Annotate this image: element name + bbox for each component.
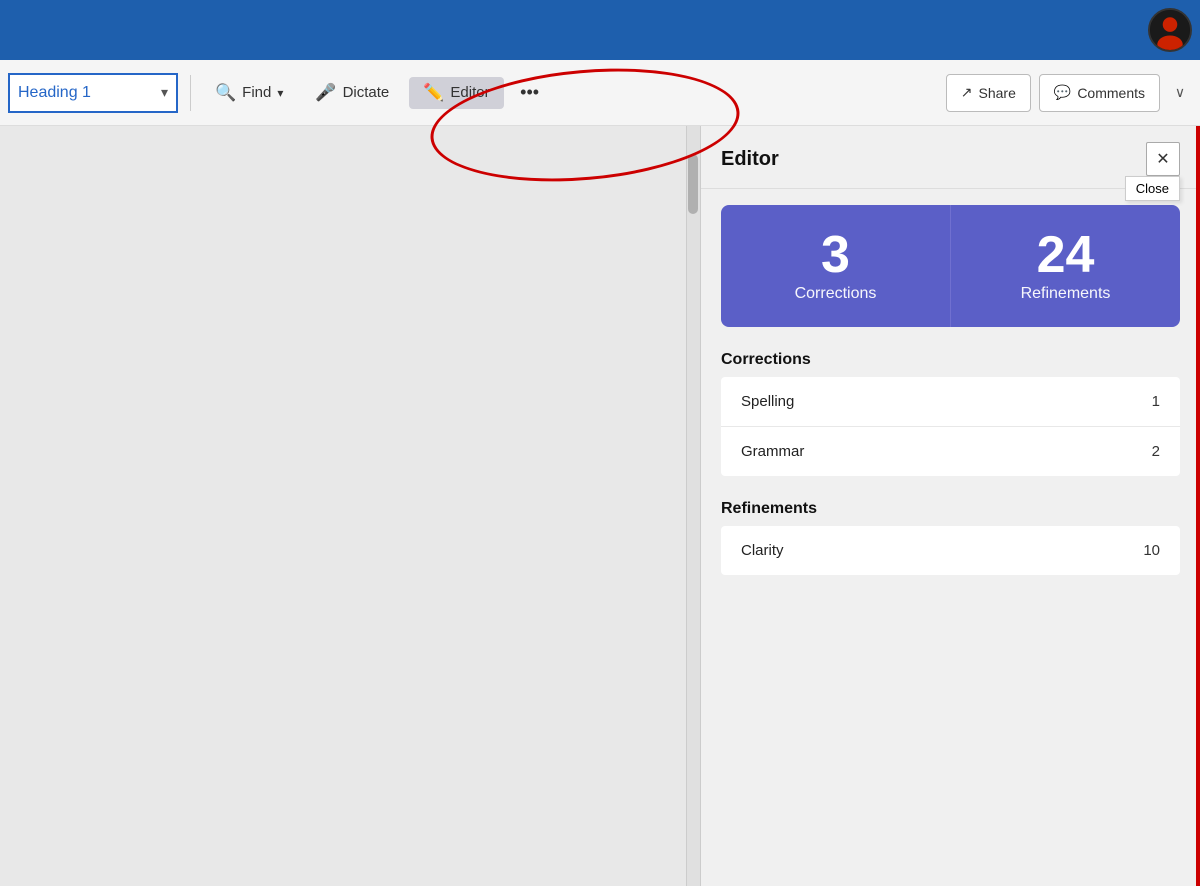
editor-sidebar: Editor ✕ Close 3 Corrections 24 Refineme… (700, 126, 1200, 886)
close-tooltip: Close (1125, 176, 1180, 201)
stats-row: 3 Corrections 24 Refinements (721, 205, 1180, 327)
ribbon-collapse-button[interactable]: ∨ (1168, 81, 1192, 105)
dictate-label: Dictate (343, 84, 390, 101)
editor-sidebar-title: Editor (721, 148, 779, 171)
chevron-down-icon: ▾ (161, 84, 168, 101)
more-icon: ••• (520, 82, 539, 103)
corrections-card[interactable]: 3 Corrections (721, 205, 951, 327)
editor-sidebar-header: Editor ✕ Close (701, 126, 1200, 189)
style-dropdown-text: Heading 1 (18, 84, 155, 102)
close-button-container: ✕ Close (1146, 142, 1180, 176)
ribbon-right-actions: ↗ Share 💬 Comments ∨ (946, 74, 1192, 112)
document-area: ▲ (0, 126, 700, 886)
find-button[interactable]: 🔍 Find ▾ (203, 77, 295, 109)
user-avatar[interactable] (1148, 8, 1192, 52)
comments-icon: 💬 (1054, 84, 1071, 101)
ribbon-bar: Heading 1 ▾ 🔍 Find ▾ 🎤 Dictate ✏️ Editor… (0, 60, 1200, 126)
clarity-count: 10 (1143, 542, 1160, 559)
close-button[interactable]: ✕ (1146, 142, 1180, 176)
ribbon-divider (190, 75, 191, 111)
comments-button[interactable]: 💬 Comments (1039, 74, 1160, 112)
corrections-list: Spelling 1 Grammar 2 (721, 377, 1180, 476)
spelling-count: 1 (1152, 393, 1160, 410)
clarity-item[interactable]: Clarity 10 (721, 526, 1180, 575)
search-icon: 🔍 (215, 83, 236, 103)
share-button[interactable]: ↗ Share (946, 74, 1031, 112)
refinements-list: Clarity 10 (721, 526, 1180, 575)
editor-label: Editor (450, 84, 489, 101)
refinements-section-title: Refinements (701, 492, 1200, 526)
spelling-label: Spelling (741, 393, 794, 410)
share-icon: ↗ (961, 84, 973, 101)
refinements-count: 24 (1037, 229, 1095, 281)
grammar-label: Grammar (741, 443, 804, 460)
vertical-scrollbar[interactable] (686, 126, 700, 886)
corrections-label: Corrections (795, 285, 877, 303)
grammar-count: 2 (1152, 443, 1160, 460)
grammar-item[interactable]: Grammar 2 (721, 427, 1180, 476)
spelling-item[interactable]: Spelling 1 (721, 377, 1180, 427)
editor-pen-icon: ✏️ (423, 83, 444, 103)
find-arrow-icon: ▾ (277, 86, 283, 100)
scrollbar-thumb[interactable] (688, 154, 698, 214)
dictate-button[interactable]: 🎤 Dictate (303, 77, 401, 109)
microphone-icon: 🎤 (315, 83, 336, 103)
style-dropdown[interactable]: Heading 1 ▾ (8, 73, 178, 113)
refinements-label: Refinements (1021, 285, 1111, 303)
refinements-card[interactable]: 24 Refinements (951, 205, 1180, 327)
red-accent-line (1196, 126, 1200, 886)
chevron-down-icon: ∨ (1175, 84, 1185, 101)
refinements-section: Refinements Clarity 10 (701, 492, 1200, 575)
comments-label: Comments (1077, 85, 1145, 101)
more-options-button[interactable]: ••• (512, 75, 548, 111)
editor-button[interactable]: ✏️ Editor (409, 77, 503, 109)
corrections-section-title: Corrections (701, 343, 1200, 377)
main-area: ▲ Editor ✕ Close 3 Corrections 24 (0, 126, 1200, 886)
close-icon: ✕ (1156, 149, 1169, 169)
find-label: Find (242, 84, 271, 101)
clarity-label: Clarity (741, 542, 784, 559)
title-bar (0, 0, 1200, 60)
share-label: Share (979, 85, 1016, 101)
corrections-count: 3 (821, 229, 850, 281)
